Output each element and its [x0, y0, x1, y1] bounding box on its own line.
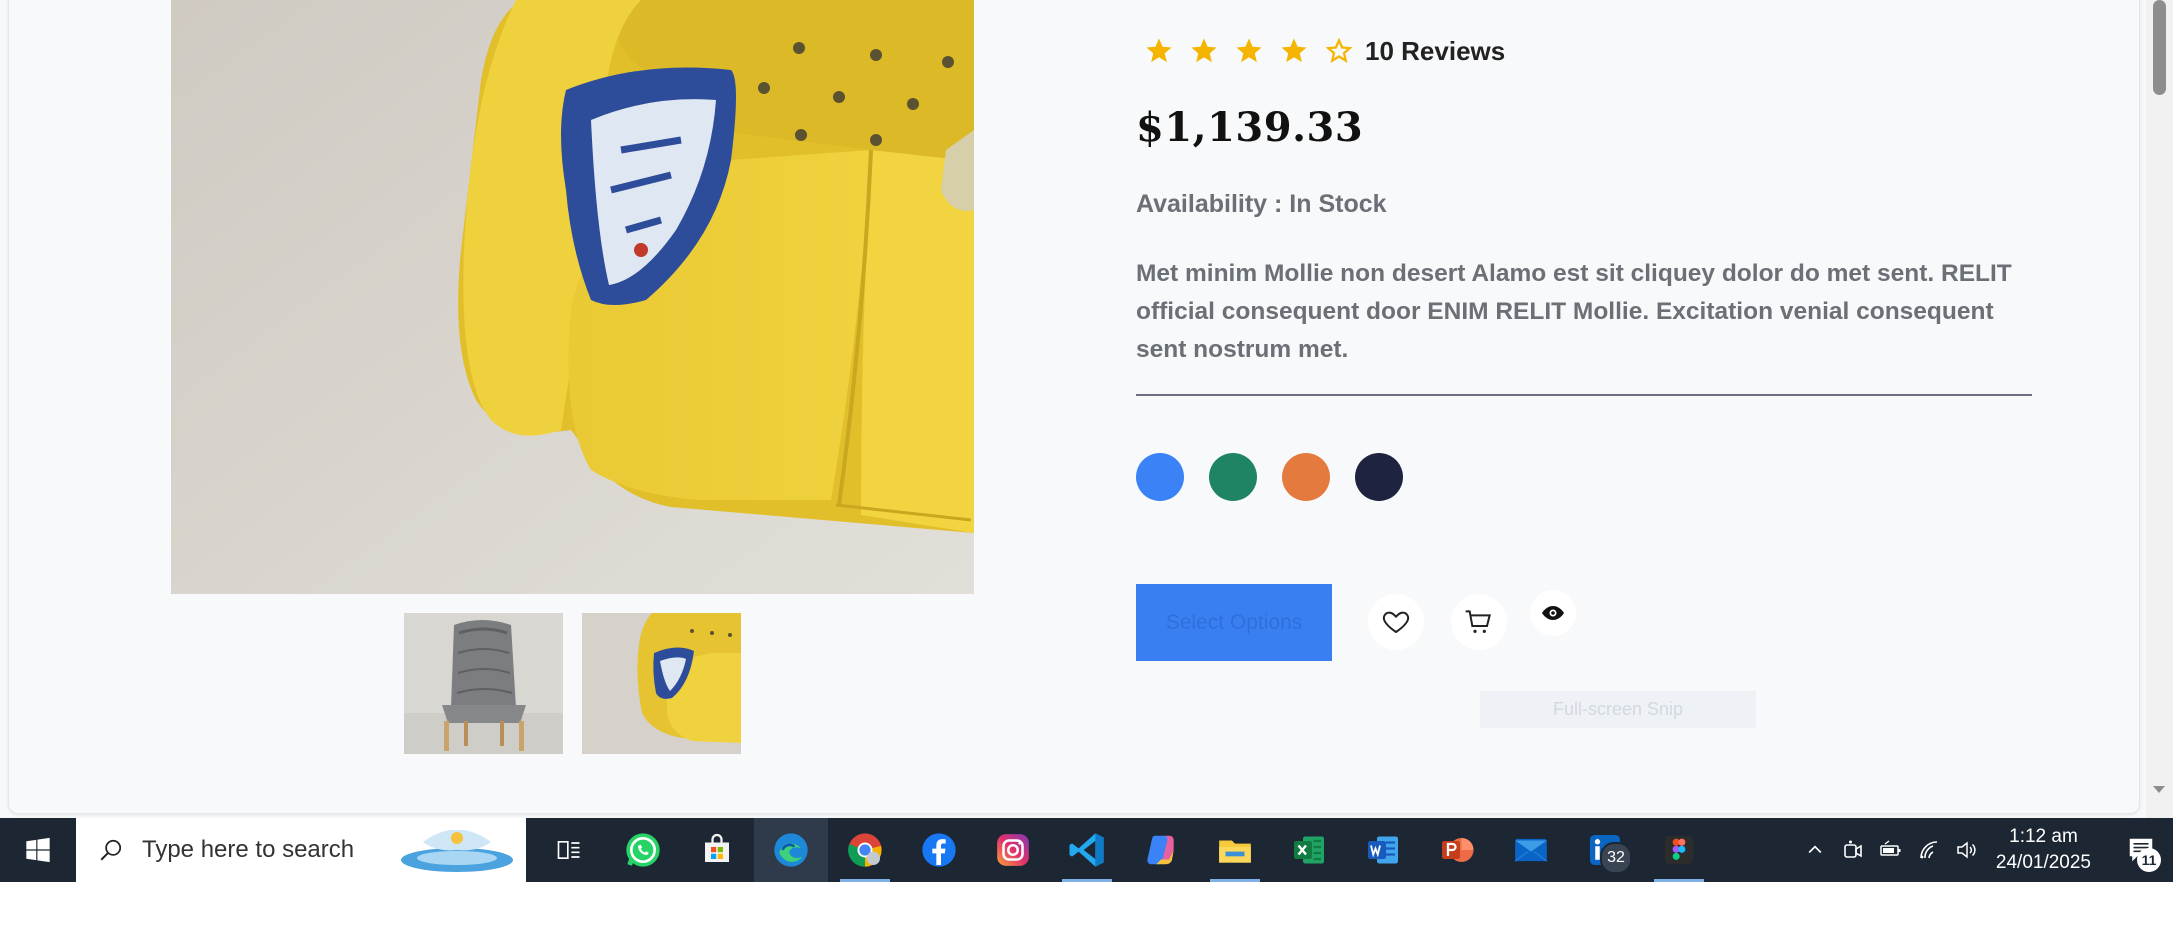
show-hidden-icons[interactable] [1796, 818, 1834, 882]
task-view-button[interactable] [532, 818, 606, 882]
clock-date: 24/01/2025 [1995, 852, 2091, 873]
taskbar-linkedin[interactable]: 32 [1568, 818, 1642, 882]
taskbar-chrome[interactable] [828, 818, 902, 882]
linkedin-badge: 32 [1600, 842, 1632, 874]
folder-icon [1219, 840, 1251, 863]
availability-status: Availability : In Stock [1136, 190, 1387, 218]
taskbar-whatsapp[interactable] [606, 818, 680, 882]
below-screen-area [0, 882, 2173, 939]
star-filled-icon [1226, 33, 1271, 69]
figma-icon [1664, 835, 1694, 865]
taskbar-word[interactable] [1346, 818, 1420, 882]
search-icon [100, 839, 122, 861]
facebook-icon [922, 833, 956, 867]
main-product-image [171, 0, 974, 594]
select-options-button[interactable]: Select Options [1136, 584, 1332, 661]
windows-icon [26, 837, 50, 863]
thumbnail-chair[interactable] [404, 613, 563, 754]
speaker-icon [1957, 841, 1976, 859]
taskbar-excel[interactable] [1272, 818, 1346, 882]
pinned-apps: 32 [532, 818, 1716, 882]
word-icon [1368, 836, 1398, 864]
color-swatches [1136, 453, 1403, 501]
taskbar-instagram[interactable] [976, 818, 1050, 882]
clock-time: 1:12 am [2009, 826, 2078, 847]
taskbar-mail[interactable] [1494, 818, 1568, 882]
tray-meet-now[interactable] [1834, 818, 1872, 882]
taskbar-store[interactable] [680, 818, 754, 882]
color-swatch-green[interactable] [1209, 453, 1257, 501]
taskbar-copilot[interactable] [1124, 818, 1198, 882]
task-view-icon [557, 841, 580, 859]
battery-icon [1880, 840, 1901, 856]
wifi-icon [1920, 841, 1937, 859]
taskbar-file-explorer[interactable] [1198, 818, 1272, 882]
instagram-icon [997, 834, 1029, 866]
heart-icon [1382, 611, 1410, 634]
star-filled-icon [1136, 33, 1181, 69]
color-swatch-orange[interactable] [1282, 453, 1330, 501]
eye-icon [1542, 606, 1564, 620]
browser-page: 10 Reviews $1,139.33 Availability : In S… [0, 0, 2173, 818]
chrome-icon [848, 833, 882, 867]
cart-icon [1465, 610, 1491, 633]
system-tray: 1:12 am 24/01/2025 11 [1796, 818, 2173, 882]
copilot-icon [1147, 835, 1174, 865]
taskbar-facebook[interactable] [902, 818, 976, 882]
taskbar-powerpoint[interactable] [1420, 818, 1494, 882]
taskbar-clock[interactable]: 1:12 am 24/01/2025 [1986, 824, 2109, 876]
star-filled-icon [1271, 33, 1316, 69]
search-highlight-icon[interactable] [398, 822, 516, 878]
tray-volume[interactable] [1948, 818, 1986, 882]
powerpoint-icon [1442, 838, 1474, 862]
taskbar: 32 1:12 am 24/01/2025 11 [0, 818, 2173, 882]
notification-center-button[interactable]: 11 [2109, 818, 2173, 882]
mail-icon [1514, 838, 1548, 862]
page-scrollbar[interactable] [2146, 0, 2173, 818]
reviews-count[interactable]: 10 Reviews [1365, 36, 1505, 67]
chevron-up-icon [1808, 845, 1822, 854]
wishlist-button[interactable] [1368, 594, 1424, 650]
taskbar-search[interactable] [76, 818, 526, 882]
tray-battery[interactable] [1872, 818, 1910, 882]
camera-icon [1844, 840, 1862, 858]
color-swatch-navy[interactable] [1355, 453, 1403, 501]
product-description: Met minim Mollie non desert Alamo est si… [1136, 260, 2012, 363]
taskbar-edge[interactable] [754, 818, 828, 882]
search-input[interactable] [140, 835, 384, 865]
color-swatch-blue[interactable] [1136, 453, 1184, 501]
start-button[interactable] [0, 818, 76, 882]
product-price: $1,139.33 [1136, 104, 1364, 151]
whatsapp-icon [626, 833, 660, 867]
notification-badge: 11 [2137, 848, 2161, 872]
star-empty-icon [1316, 33, 1361, 69]
star-filled-icon [1181, 33, 1226, 69]
scrollbar-thumb[interactable] [2153, 0, 2166, 95]
store-icon [705, 833, 729, 862]
divider [1136, 394, 2032, 396]
product-rating: 10 Reviews [1136, 33, 1505, 69]
taskbar-figma[interactable] [1642, 818, 1716, 882]
edge-icon [774, 833, 808, 867]
scroll-down-icon[interactable] [2153, 786, 2165, 793]
thumbnail-sofa[interactable] [582, 613, 741, 754]
quick-view-button[interactable] [1530, 590, 1576, 636]
excel-icon [1294, 836, 1324, 864]
taskbar-vscode[interactable] [1050, 818, 1124, 882]
vscode-icon [1069, 833, 1104, 867]
add-to-cart-button[interactable] [1451, 594, 1507, 650]
snip-tooltip: Full-screen Snip [1480, 691, 1756, 728]
tray-network[interactable] [1910, 818, 1948, 882]
